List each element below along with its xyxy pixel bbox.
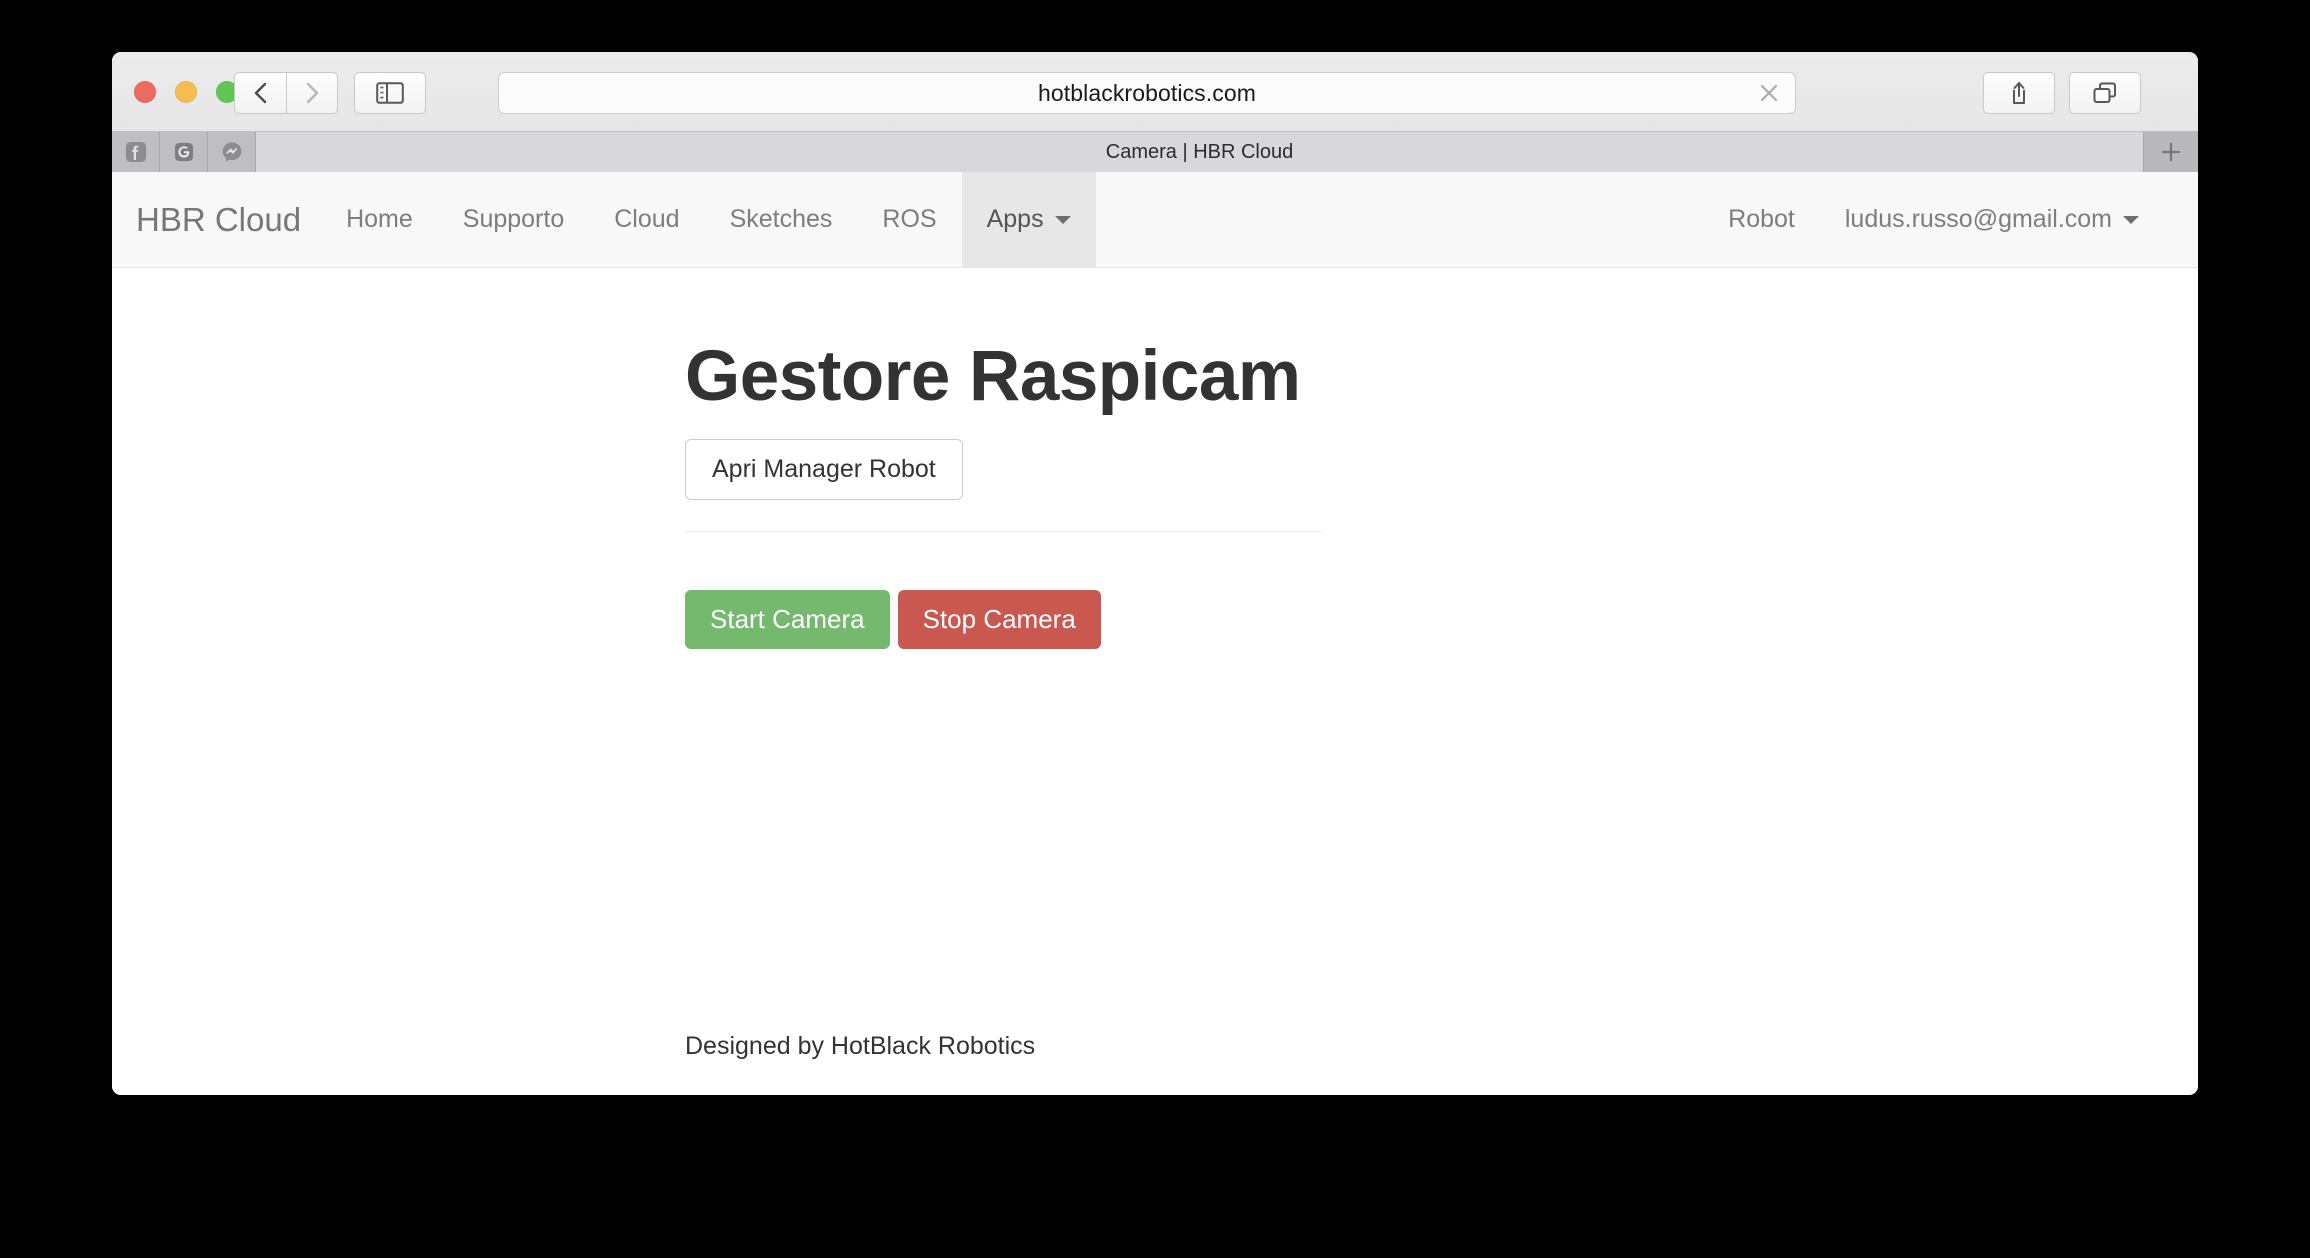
camera-controls: Start Camera Stop Camera	[685, 590, 2198, 650]
back-button[interactable]	[234, 72, 286, 114]
pinned-tab-google[interactable]	[160, 132, 208, 172]
tab-overview-button[interactable]	[2069, 72, 2141, 114]
url-bar[interactable]: hotblackrobotics.com	[498, 72, 1796, 114]
nav-item-label: Sketches	[730, 205, 833, 234]
close-window-button[interactable]	[134, 81, 156, 103]
open-robot-manager-button[interactable]: Apri Manager Robot	[685, 439, 963, 500]
main-content: Gestore Raspicam Apri Manager Robot Star…	[112, 268, 2198, 649]
nav-item-supporto[interactable]: Supporto	[438, 172, 589, 267]
nav-item-robot[interactable]: Robot	[1703, 172, 1820, 267]
primary-nav: Home Supporto Cloud Sketches ROS Apps	[321, 172, 1096, 267]
close-x-icon[interactable]	[1757, 81, 1781, 105]
sidebar-toggle-button[interactable]	[354, 72, 426, 114]
share-icon	[2007, 80, 2031, 106]
nav-item-label: ludus.russo@gmail.com	[1845, 205, 2112, 234]
nav-item-home[interactable]: Home	[321, 172, 438, 267]
url-text: hotblackrobotics.com	[1038, 80, 1256, 107]
section-divider	[685, 531, 1322, 532]
browser-toolbar: hotblackrobotics.com	[112, 52, 2198, 132]
plus-icon	[2157, 138, 2185, 166]
forward-button[interactable]	[286, 72, 338, 114]
tab-overview-icon	[2092, 81, 2118, 105]
nav-item-label: Supporto	[463, 205, 564, 234]
nav-item-apps[interactable]: Apps	[962, 172, 1096, 267]
stop-camera-button[interactable]: Stop Camera	[898, 590, 1101, 650]
window-controls	[134, 81, 238, 103]
site-brand[interactable]: HBR Cloud	[112, 172, 321, 267]
browser-tab-active[interactable]: Camera | HBR Cloud	[256, 132, 2144, 172]
nav-item-ros[interactable]: ROS	[857, 172, 961, 267]
nav-item-label: Apps	[987, 205, 1044, 234]
pinned-tab-messenger[interactable]	[208, 132, 256, 172]
new-tab-button[interactable]	[2144, 132, 2198, 172]
facebook-icon	[124, 140, 148, 164]
chevron-right-icon	[302, 80, 322, 106]
nav-item-user-account[interactable]: ludus.russo@gmail.com	[1820, 172, 2164, 267]
google-icon	[172, 140, 196, 164]
start-camera-button[interactable]: Start Camera	[685, 590, 890, 650]
nav-item-label: Home	[346, 205, 413, 234]
browser-window: hotblackrobotics.com	[112, 52, 2198, 1095]
nav-item-label: Cloud	[614, 205, 679, 234]
nav-item-label: Robot	[1728, 205, 1795, 234]
sidebar-toggle-icon	[376, 82, 404, 104]
site-navbar: HBR Cloud Home Supporto Cloud Sketches R…	[112, 172, 2198, 268]
tab-bar: Camera | HBR Cloud	[112, 132, 2198, 172]
pinned-tab-facebook[interactable]	[112, 132, 160, 172]
messenger-icon	[220, 140, 244, 164]
secondary-nav: Robot ludus.russo@gmail.com	[1703, 172, 2198, 267]
page-title: Gestore Raspicam	[685, 340, 2198, 415]
chevron-down-icon	[1055, 216, 1071, 224]
web-page-content: HBR Cloud Home Supporto Cloud Sketches R…	[112, 172, 2198, 1095]
browser-tab-title: Camera | HBR Cloud	[1106, 141, 1293, 164]
nav-item-cloud[interactable]: Cloud	[589, 172, 704, 267]
share-button[interactable]	[1983, 72, 2055, 114]
nav-item-label: ROS	[882, 205, 936, 234]
page-footer: Designed by HotBlack Robotics	[685, 1032, 1035, 1095]
chevron-left-icon	[251, 80, 271, 106]
nav-item-sketches[interactable]: Sketches	[705, 172, 858, 267]
chevron-down-icon	[2123, 216, 2139, 224]
minimize-window-button[interactable]	[175, 81, 197, 103]
